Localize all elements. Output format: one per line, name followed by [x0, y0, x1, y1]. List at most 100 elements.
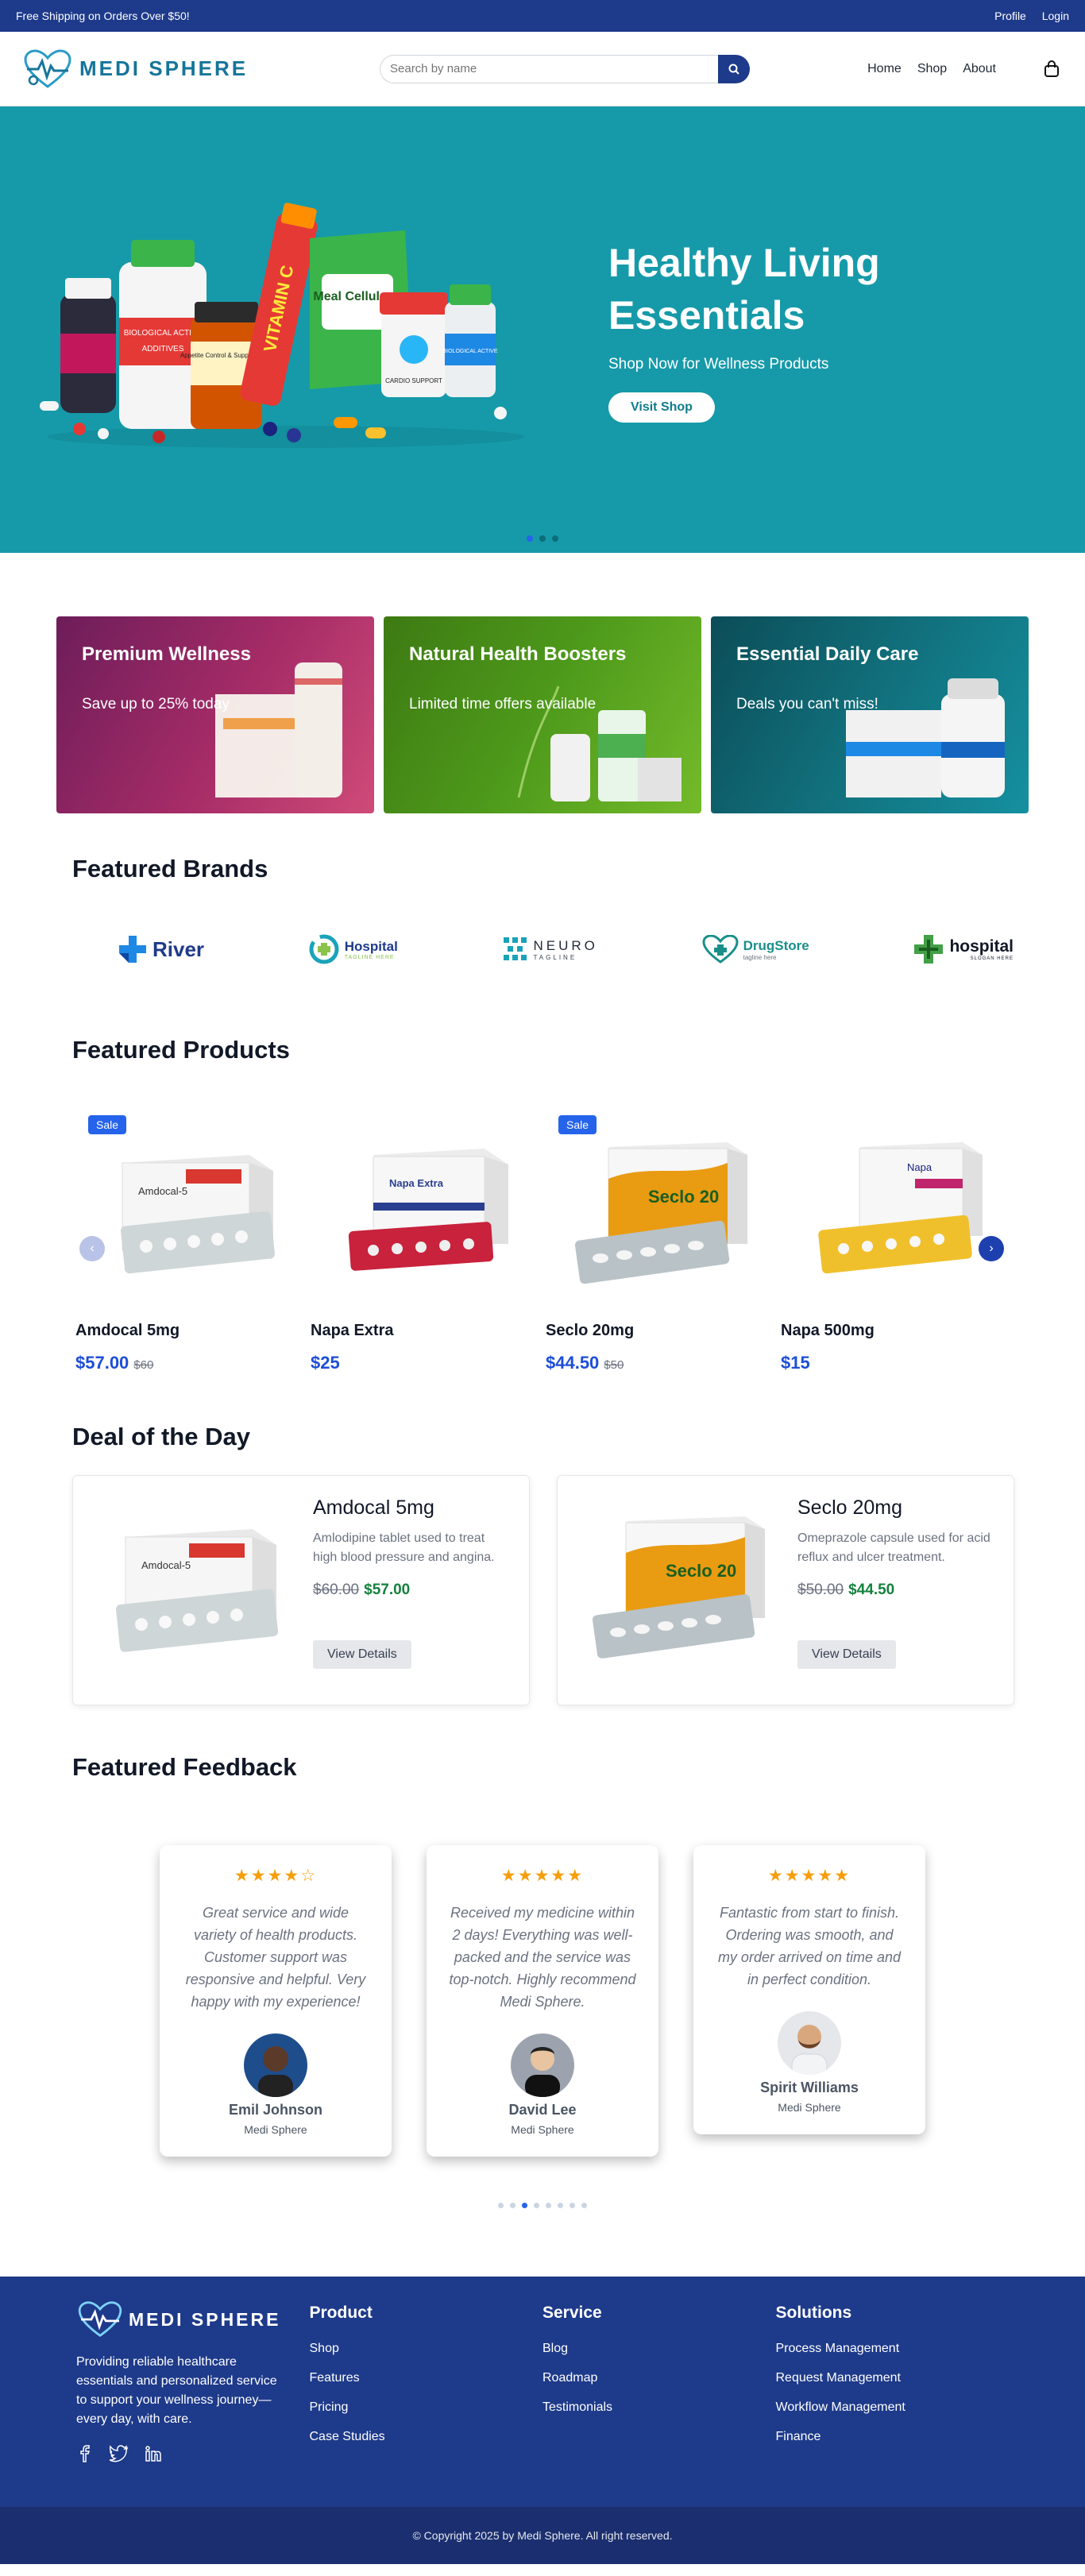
chevron-left-icon: ‹	[90, 1242, 95, 1255]
product-carousel: Sale Amdocal-5 Amdocal 5mg $57.00 $60 Na…	[0, 1115, 1085, 1373]
chevron-right-icon: ›	[989, 1242, 994, 1255]
feedback-page-dot[interactable]	[510, 2203, 515, 2208]
facebook-icon[interactable]	[76, 2445, 94, 2462]
search-button[interactable]	[718, 54, 750, 83]
box-label: Napa	[907, 1161, 932, 1173]
star-rating: ★★★★★	[767, 1867, 851, 1885]
hero-slide-dot[interactable]	[552, 535, 558, 542]
linkedin-icon[interactable]	[145, 2445, 162, 2462]
feedback-page-dot[interactable]	[558, 2203, 563, 2208]
view-details-button[interactable]: View Details	[313, 1640, 411, 1669]
nav-home[interactable]: Home	[867, 62, 902, 76]
featured-brands-title: Featured Brands	[72, 855, 268, 882]
reviewer-name: David Lee	[508, 2102, 577, 2118]
hero-title: Healthy Living Essentials	[608, 241, 880, 338]
feedback-page-dot[interactable]	[570, 2203, 575, 2208]
avatar	[244, 2033, 307, 2097]
feedback-card: ★★★★★ Received my medicine within 2 days…	[427, 1845, 658, 2157]
carousel-next-button[interactable]: ›	[979, 1236, 1004, 1261]
footer-link[interactable]: Process Management	[776, 2342, 1010, 2356]
old-price: $50.00	[797, 1582, 844, 1598]
brand-hospital-green[interactable]: hospital SLOGAN HERE	[913, 933, 1014, 965]
carousel-prev-button[interactable]: ‹	[79, 1236, 105, 1261]
promo-title: Natural Health Boosters	[409, 643, 627, 665]
product-name[interactable]: Napa 500mg	[778, 1322, 1013, 1340]
twitter-icon[interactable]	[110, 2445, 129, 2462]
footer-link[interactable]: Blog	[542, 2342, 776, 2356]
feedback-page-dot[interactable]	[581, 2203, 587, 2208]
logo-text: MEDI SPHERE	[129, 2308, 281, 2330]
product-card[interactable]: Napa Extra Napa Extra $25	[307, 1115, 542, 1373]
nav-about[interactable]: About	[963, 62, 996, 76]
promo-text: Save up to 25% today	[82, 696, 230, 713]
brand-neuro[interactable]: NEURO TAGLINE	[502, 936, 598, 963]
feedback-page-dot[interactable]	[522, 2203, 527, 2208]
visit-shop-button[interactable]: Visit Shop	[608, 392, 715, 423]
footer-link[interactable]: Workflow Management	[776, 2400, 1010, 2415]
footer-about-text: Providing reliable healthcare essentials…	[76, 2355, 277, 2426]
brand-tagline: TAGLINE	[533, 953, 577, 961]
footer-link[interactable]: Finance	[776, 2430, 1010, 2444]
footer-logo[interactable]: MEDI SPHERE	[76, 2300, 310, 2338]
star-rating: ★★★★☆	[234, 1867, 318, 1885]
old-price: $60	[133, 1358, 154, 1372]
site-logo[interactable]: MEDI SPHERE	[22, 48, 356, 90]
search-input[interactable]	[380, 54, 719, 83]
hero-content: Healthy Living Essentials Shop Now for W…	[608, 237, 974, 423]
product-card[interactable]: Napa Napa 500mg $15	[778, 1115, 1013, 1373]
brand-name: Hospital	[344, 938, 398, 954]
footer-link[interactable]: Case Studies	[310, 2430, 543, 2444]
feedback-page-dot[interactable]	[498, 2203, 504, 2208]
cart-button[interactable]	[1041, 58, 1063, 80]
hero-art-label-1: BIOLOGICAL ACTIVE	[124, 329, 203, 338]
login-link[interactable]: Login	[1042, 10, 1069, 22]
reviewer-org: Medi Sphere	[511, 2123, 574, 2136]
featured-products-section: Featured Products Sale Amdocal-5 Amdocal…	[0, 1036, 1085, 1373]
box-label: Seclo 20	[666, 1561, 736, 1581]
profile-link[interactable]: Profile	[994, 10, 1026, 22]
avatar	[511, 2033, 574, 2097]
brand-hospital[interactable]: Hospital TAGLINE HERE	[308, 933, 398, 965]
nav-shop[interactable]: Shop	[917, 62, 947, 76]
reviewer-org: Medi Sphere	[778, 2101, 841, 2114]
feedback-page-dot[interactable]	[546, 2203, 551, 2208]
box-label: Napa Extra	[389, 1177, 444, 1189]
deal-of-the-day-title: Deal of the Day	[72, 1423, 250, 1450]
feedback-carousel: ★★★★☆ Great service and wide variety of …	[0, 1845, 1085, 2157]
product-card[interactable]: Sale Seclo 20 Seclo 20mg $44.50 $50	[542, 1115, 778, 1373]
hero-slide-dot[interactable]	[539, 535, 546, 542]
footer-link[interactable]: Shop	[310, 2342, 543, 2356]
footer-link[interactable]: Roadmap	[542, 2371, 776, 2385]
product-name[interactable]: Napa Extra	[307, 1322, 542, 1340]
brand-drugstore[interactable]: DrugStore tagline here	[702, 935, 809, 964]
neuro-dots-icon	[503, 937, 527, 960]
footer-link[interactable]: Features	[310, 2371, 543, 2385]
footer-link[interactable]: Request Management	[776, 2371, 1010, 2385]
feedback-quote: Received my medicine within 2 days! Ever…	[449, 1905, 636, 2010]
promo-text: Limited time offers available	[409, 696, 597, 713]
feedback-page-dot[interactable]	[534, 2203, 539, 2208]
hero-slide-dot[interactable]	[527, 535, 533, 542]
footer-link[interactable]: Testimonials	[542, 2400, 776, 2415]
product-name[interactable]: Seclo 20mg	[542, 1322, 778, 1340]
brand-tagline: TAGLINE HERE	[344, 954, 395, 960]
reviewer-name: Emil Johnson	[228, 2102, 322, 2118]
product-name[interactable]: Amdocal 5mg	[72, 1322, 307, 1340]
deal-price: $50.00 $44.50	[797, 1582, 996, 1599]
product-price: $25	[307, 1353, 542, 1373]
deal-product-image: Seclo 20	[575, 1493, 788, 1684]
promo-card-essential-daily-care[interactable]: Essential Daily Care Deals you can't mis…	[711, 616, 1029, 813]
promo-card-premium-wellness[interactable]: Premium Wellness Save up to 25% today	[56, 616, 374, 813]
product-card[interactable]: Sale Amdocal-5 Amdocal 5mg $57.00 $60	[72, 1115, 307, 1373]
box-label: Amdocal-5	[138, 1185, 187, 1197]
product-image: Seclo 20	[542, 1115, 778, 1314]
search-icon	[728, 64, 739, 75]
brand-name: River	[153, 937, 205, 961]
brand-list: River Hospital TAGLINE HERE NEURO TAGLIN…	[0, 929, 1085, 969]
footer-link[interactable]: Pricing	[310, 2400, 543, 2415]
promo-card-natural-health-boosters[interactable]: Natural Health Boosters Limited time off…	[384, 616, 701, 813]
hero-art-label-6: CARDIO SUPPORT	[385, 377, 442, 384]
view-details-button[interactable]: View Details	[797, 1640, 896, 1669]
shipping-promo: Free Shipping on Orders Over $50!	[16, 10, 190, 22]
brand-river[interactable]: River	[118, 934, 204, 964]
